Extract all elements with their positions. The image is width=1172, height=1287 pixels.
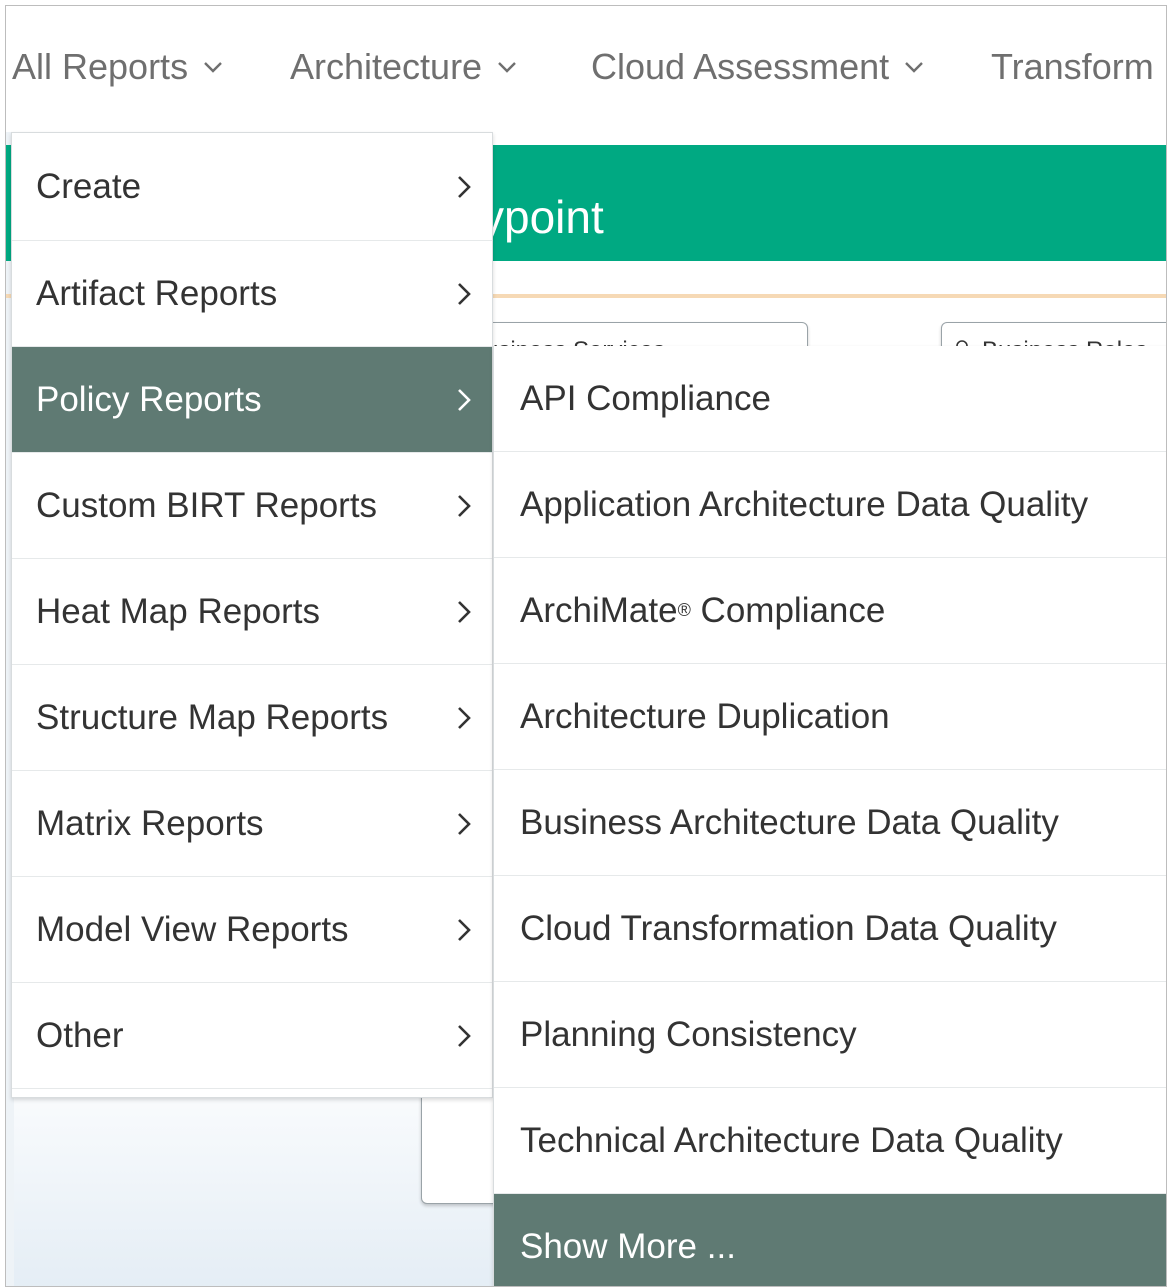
submenu-item-planning-consistency[interactable]: Planning Consistency: [494, 982, 1166, 1088]
app-frame: All Reports Architecture Cloud Assessmen…: [5, 5, 1167, 1287]
menu-item-label: Policy Reports: [36, 379, 262, 419]
menu-item-policy-reports[interactable]: Policy Reports: [12, 347, 492, 453]
show-more-button[interactable]: Show More ...: [494, 1194, 1166, 1286]
menu-item-heat-map-reports[interactable]: Heat Map Reports: [12, 559, 492, 665]
submenu-item-api-compliance[interactable]: API Compliance: [494, 346, 1166, 452]
menu-item-label: Model View Reports: [36, 909, 349, 949]
nav-architecture-label: Architecture: [290, 46, 483, 87]
reports-menu: Create Artifact Reports Policy Reports Cust…: [11, 132, 493, 1098]
submenu-item-business-architecture-data-quality[interactable]: Business Architecture Data Quality: [494, 770, 1166, 876]
menu-item-matrix-reports[interactable]: Matrix Reports: [12, 771, 492, 877]
submenu-item-cloud-transformation-data-quality[interactable]: Cloud Transformation Data Quality: [494, 876, 1166, 982]
menu-item-label: Artifact Reports: [36, 273, 278, 313]
chevron-right-icon: [458, 175, 471, 198]
chevron-down-icon: [204, 62, 222, 73]
submenu-item-label: Technical Architecture Data Quality: [520, 1120, 1063, 1160]
menu-item-label: Matrix Reports: [36, 803, 264, 843]
submenu-item-architecture-duplication[interactable]: Architecture Duplication: [494, 664, 1166, 770]
menu-item-label: Heat Map Reports: [36, 591, 321, 631]
menu-item-other[interactable]: Other: [12, 983, 492, 1089]
nav-cloud-assessment-label: Cloud Assessment: [591, 46, 890, 87]
chevron-right-icon: [458, 494, 471, 517]
top-nav: All Reports Architecture Cloud Assessmen…: [6, 6, 1166, 132]
policy-reports-submenu: API Compliance Application Architecture D…: [493, 346, 1166, 1286]
submenu-item-label: Architecture Duplication: [520, 696, 890, 736]
submenu-item-label-suffix: Compliance: [690, 590, 886, 630]
submenu-item-label: API Compliance: [520, 378, 771, 418]
menu-item-label: Custom BIRT Reports: [36, 485, 378, 525]
submenu-item-label: ArchiMate: [520, 590, 678, 630]
nav-all-reports[interactable]: All Reports: [12, 46, 224, 88]
submenu-item-technical-architecture-data-quality[interactable]: Technical Architecture Data Quality: [494, 1088, 1166, 1194]
submenu-item-label: Business Architecture Data Quality: [520, 802, 1059, 842]
menu-item-structure-map-reports[interactable]: Structure Map Reports: [12, 665, 492, 771]
menu-item-custom-birt-reports[interactable]: Custom BIRT Reports: [12, 453, 492, 559]
chevron-right-icon: [458, 388, 471, 411]
registered-mark: ®: [677, 600, 691, 620]
submenu-item-label: Planning Consistency: [520, 1014, 857, 1054]
banner-title: ypoint: [481, 191, 604, 243]
menu-item-label: Create: [36, 166, 142, 206]
menu-item-label: Structure Map Reports: [36, 697, 389, 737]
chevron-right-icon: [458, 600, 471, 623]
submenu-item-application-architecture-data-quality[interactable]: Application Architecture Data Quality: [494, 452, 1166, 558]
chevron-right-icon: [458, 1024, 471, 1047]
nav-transform-label: Transform: [991, 46, 1154, 87]
chevron-right-icon: [458, 918, 471, 941]
nav-all-reports-label: All Reports: [12, 46, 189, 87]
nav-cloud-assessment[interactable]: Cloud Assessment: [591, 46, 925, 88]
menu-item-artifact-reports[interactable]: Artifact Reports: [12, 241, 492, 347]
submenu-item-label: Application Architecture Data Quality: [520, 484, 1089, 524]
chevron-right-icon: [458, 282, 471, 305]
submenu-item-label: Cloud Transformation Data Quality: [520, 908, 1057, 948]
chevron-down-icon: [498, 62, 516, 73]
menu-item-label: Other: [36, 1015, 124, 1055]
chevron-down-icon: [905, 62, 924, 73]
submenu-item-archimate[interactable]: ArchiMate ® Compliance: [494, 558, 1166, 664]
nav-architecture[interactable]: Architecture: [290, 46, 518, 88]
menu-item-create[interactable]: Create: [12, 133, 492, 241]
chevron-right-icon: [458, 812, 471, 835]
nav-transform[interactable]: Transform: [991, 46, 1154, 88]
menu-item-model-view-reports[interactable]: Model View Reports: [12, 877, 492, 983]
chevron-right-icon: [458, 706, 471, 729]
